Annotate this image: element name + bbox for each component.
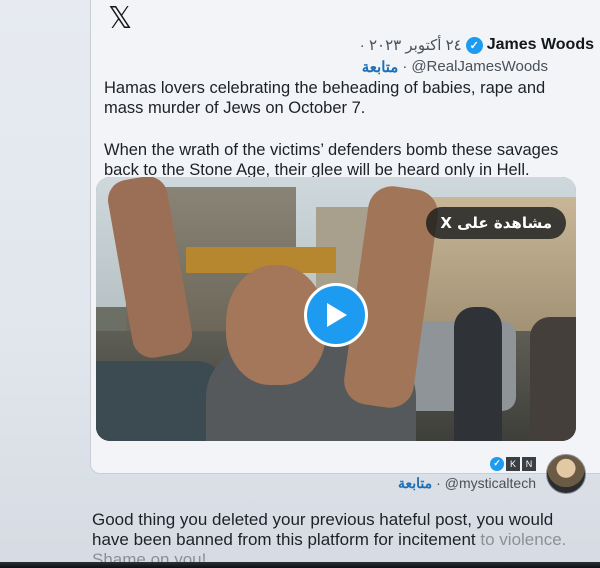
author-name[interactable]: James Woods bbox=[487, 36, 594, 54]
tweet-author-row: ٢٤ أكتوبر ٢٠٢٣ · ✓ James Woods bbox=[360, 36, 594, 54]
verified-icon: ✓ bbox=[465, 36, 483, 54]
tweet-video[interactable]: مشاهدة على X bbox=[96, 177, 576, 441]
handle-separator: · bbox=[402, 58, 408, 75]
x-logo-icon[interactable]: 𝕏 bbox=[108, 4, 132, 34]
watch-on-x-button[interactable]: مشاهدة على X bbox=[426, 207, 566, 239]
video-frame-person bbox=[454, 307, 502, 441]
author-handle[interactable]: @RealJamesWoods bbox=[411, 58, 548, 76]
play-icon bbox=[327, 303, 347, 327]
play-button[interactable] bbox=[304, 283, 368, 347]
screen: 𝕏 ٢٤ أكتوبر ٢٠٢٣ · ✓ James Woods متابعة … bbox=[0, 0, 600, 568]
handle-separator: · bbox=[436, 474, 441, 491]
tweet-paragraph: Hamas lovers celebrating the beheading o… bbox=[104, 79, 546, 117]
follow-button[interactable]: متابعة bbox=[362, 58, 399, 76]
reply-avatar[interactable] bbox=[546, 454, 586, 494]
reply-handle[interactable]: @mysticaltech bbox=[445, 475, 536, 492]
tweet-paragraph: When the wrath of the victims’ defenders… bbox=[104, 141, 559, 179]
verified-icon: ✓ bbox=[490, 456, 504, 471]
reply-meta: ✓ K N متابعة · @mysticaltech bbox=[398, 456, 536, 492]
reply-header: ✓ K N متابعة · @mysticaltech bbox=[398, 454, 586, 494]
badge-letter: N bbox=[522, 456, 536, 471]
reply-badges: ✓ K N bbox=[398, 456, 536, 471]
tweet-handle-row: متابعة · @RealJamesWoods bbox=[362, 58, 548, 76]
tweet-date[interactable]: ٢٤ أكتوبر ٢٠٢٣ · bbox=[360, 36, 462, 54]
video-frame-person bbox=[530, 317, 576, 441]
badge-letter: K bbox=[506, 456, 520, 471]
reply-handle-row: متابعة · @mysticaltech bbox=[398, 475, 536, 492]
monitor-bezel bbox=[0, 562, 600, 568]
reply-body: Good thing you deleted your previous hat… bbox=[92, 510, 592, 568]
reply-follow-button[interactable]: متابعة bbox=[398, 475, 432, 492]
